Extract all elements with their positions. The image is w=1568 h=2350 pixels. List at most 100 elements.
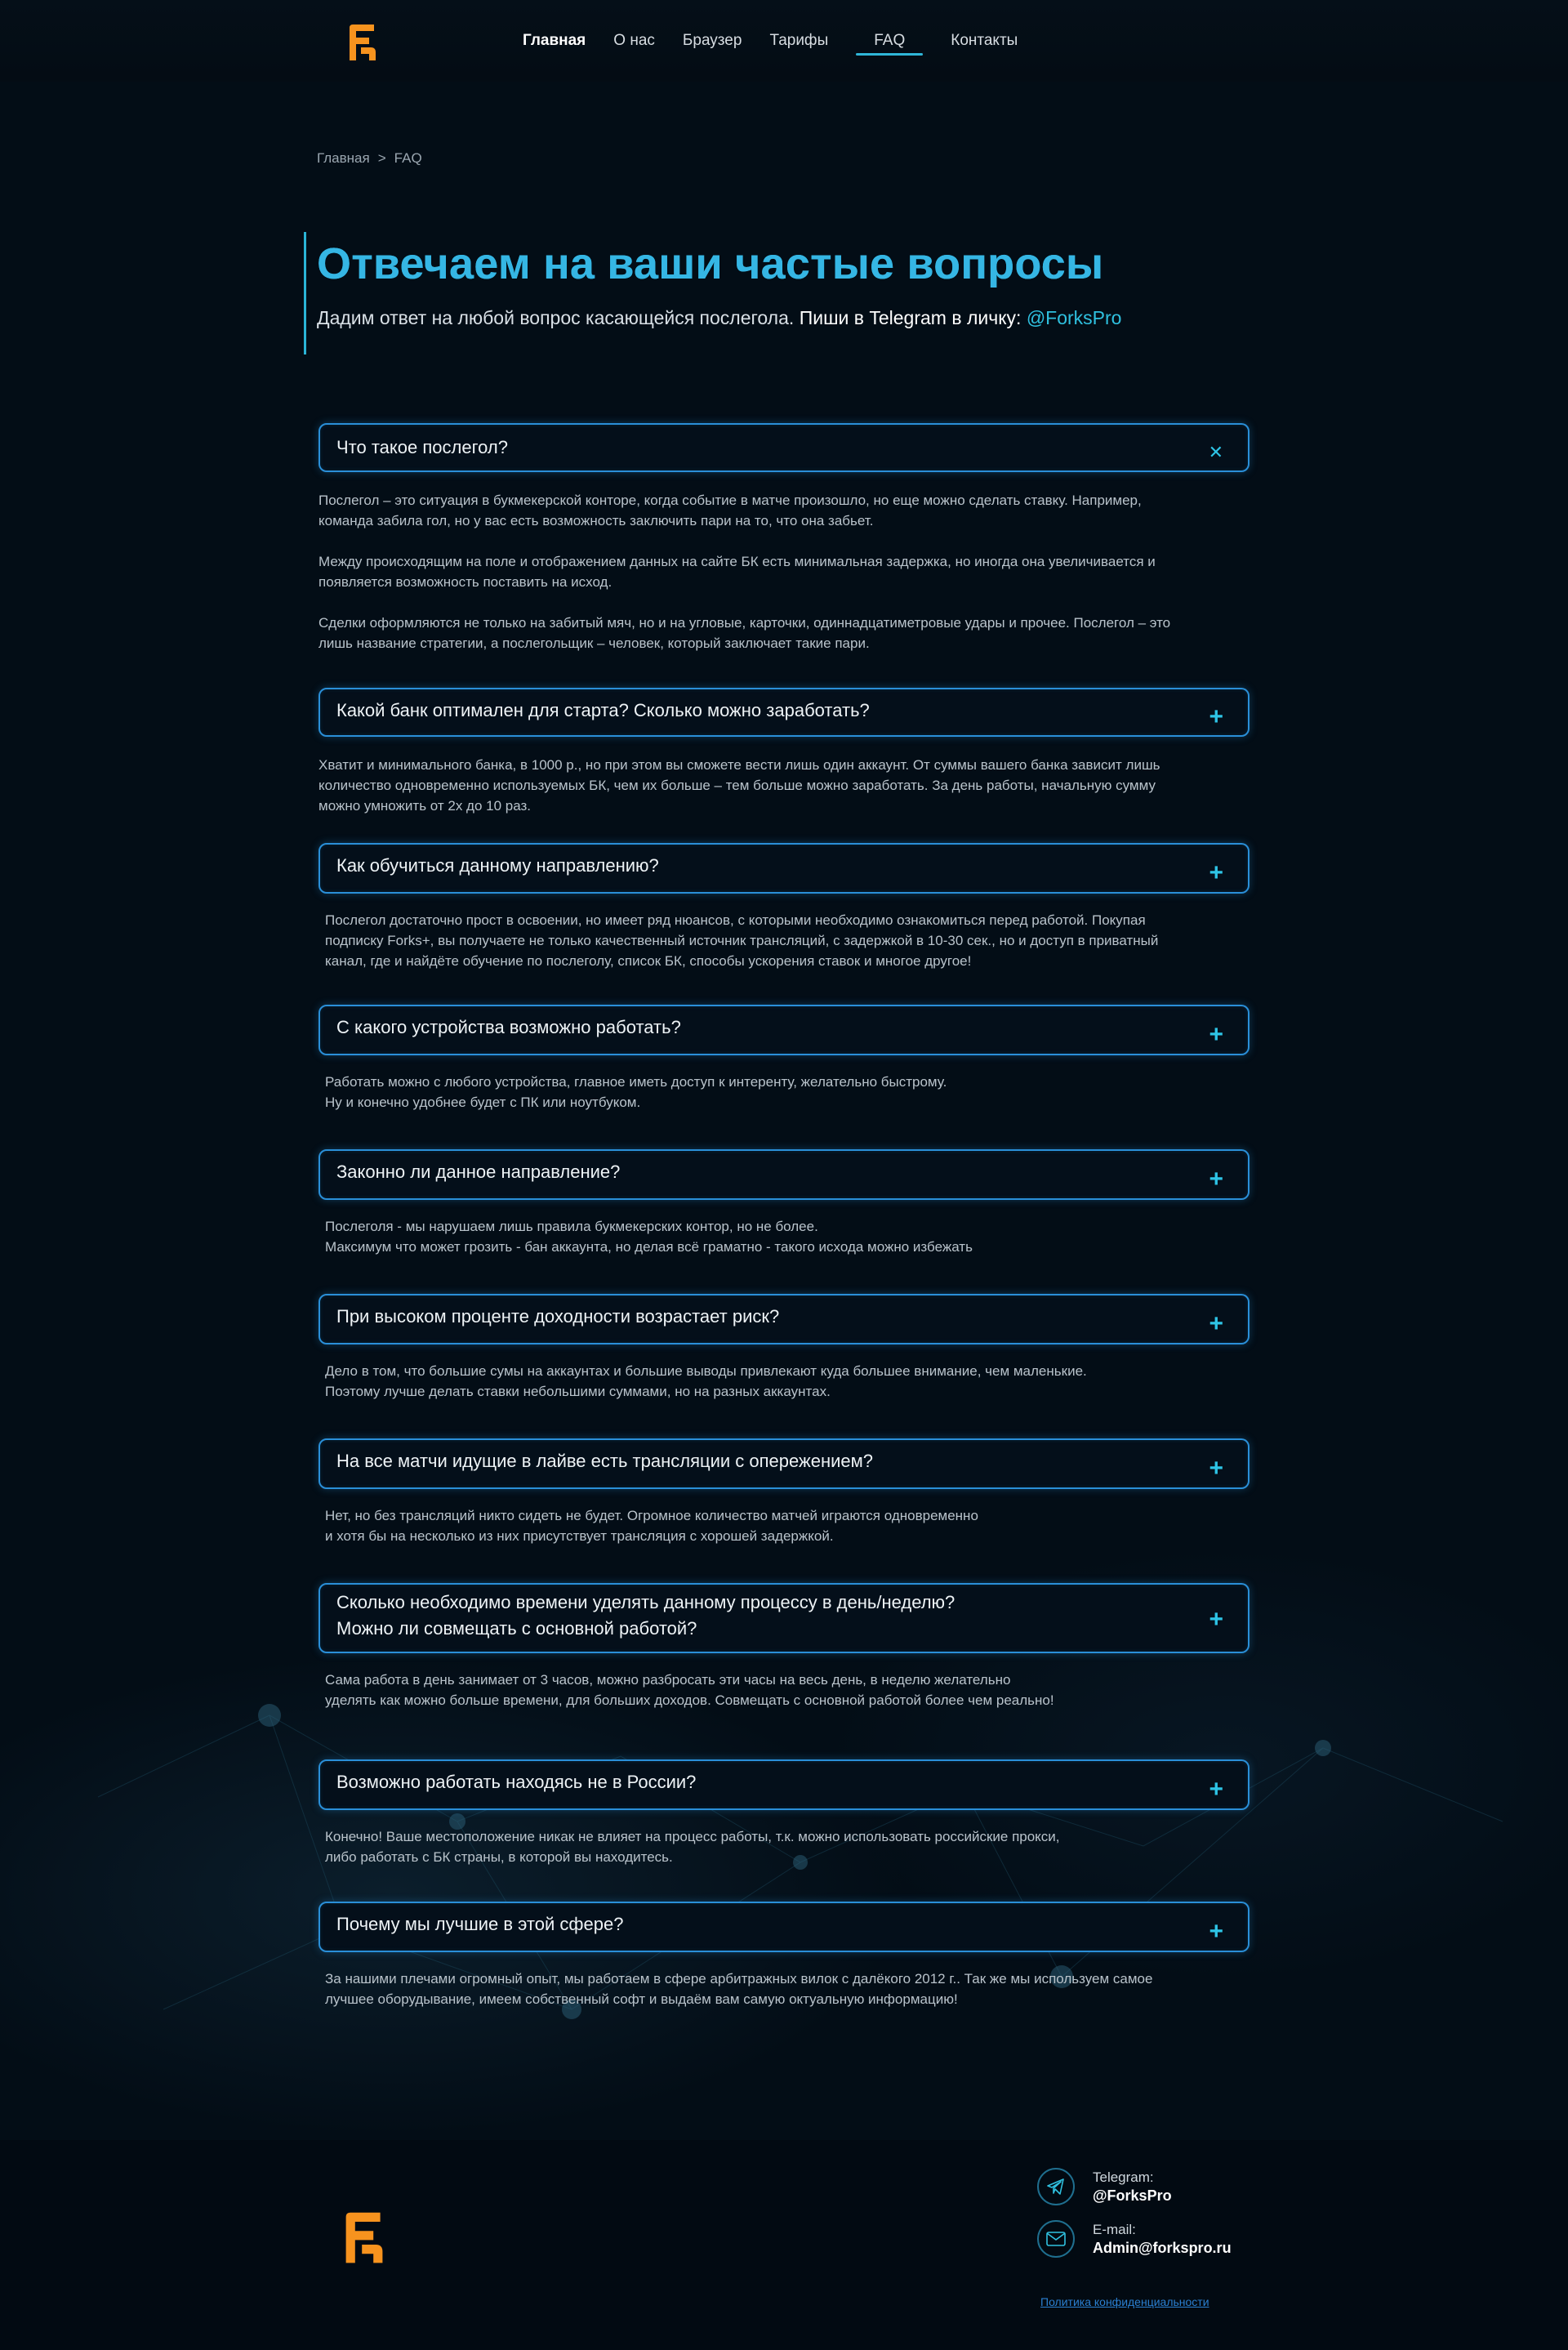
plus-icon[interactable]: + <box>1209 705 1223 729</box>
faq-question-line: Можно ли совмещать с основной работой? <box>336 1618 697 1639</box>
page-title: Отвечаем на ваши частые вопросы <box>317 239 1251 289</box>
faq-question-line: С какого устройства возможно работать? <box>336 1017 681 1037</box>
faq-question-line: Почему мы лучшие в этой сфере? <box>336 1914 624 1934</box>
telegram-icon <box>1037 2168 1075 2205</box>
nav-home[interactable]: Главная <box>523 29 586 52</box>
plus-icon[interactable]: + <box>1209 1920 1223 1944</box>
faq-answer-line: и хотя бы на несколько из них присутству… <box>325 1528 834 1544</box>
subtitle-text: Дадим ответ на любой вопрос касающейся п… <box>317 307 795 328</box>
nav-browser[interactable]: Браузер <box>683 29 742 52</box>
faq-answer-line: Послегол – это ситуация в букмекерской к… <box>318 493 1142 508</box>
faq-question-9[interactable]: Возможно работать находясь не в России? + <box>318 1759 1250 1810</box>
faq-question-10[interactable]: Почему мы лучшие в этой сфере? + <box>318 1902 1250 1952</box>
faq-answer-line: Максимум что может грозить - бан аккаунт… <box>325 1239 973 1255</box>
faq-answer-line: Хватит и минимального банка, в 1000 р., … <box>318 757 1160 773</box>
faq-question-5[interactable]: Законно ли данное направление? + <box>318 1149 1250 1200</box>
answer-paragraph-gap <box>318 531 1250 551</box>
faq-answer-10: За нашими плечами огромный опыт, мы рабо… <box>325 1969 1256 2009</box>
plus-icon[interactable]: + <box>1209 1608 1223 1632</box>
nav-tariffs[interactable]: Тарифы <box>769 29 828 52</box>
faq-answer-line: канал, где и найдёте обучение по послего… <box>325 953 972 969</box>
plus-icon[interactable]: + <box>1209 1777 1223 1802</box>
nav-about[interactable]: О нас <box>613 29 655 52</box>
faq-question-text: Что такое послегол? <box>336 435 508 461</box>
faq-answer-line: Нет, но без трансляций никто сидеть не б… <box>325 1508 978 1523</box>
faq-question-text: При высоком проценте доходности возраста… <box>336 1304 779 1330</box>
breadcrumb: Главная > FAQ <box>317 150 422 167</box>
faq-question-text: Какой банк оптимален для старта? Сколько… <box>336 698 870 724</box>
faq-answer-4: Работать можно с любого устройства, глав… <box>325 1072 1256 1113</box>
faq-answer-6: Дело в том, что большие сумы на аккаунта… <box>325 1361 1256 1402</box>
faq-question-text: Как обучиться данному направлению? <box>336 853 659 879</box>
faq-question-line: Возможно работать находясь не в России? <box>336 1772 697 1792</box>
breadcrumb-separator: > <box>377 150 386 166</box>
faq-answer-line: Конечно! Ваше местоположение никак не вл… <box>325 1829 1060 1844</box>
close-icon[interactable]: ✕ <box>1209 440 1223 465</box>
faq-question-line: Как обучиться данному направлению? <box>336 855 659 876</box>
hero: Отвечаем на ваши частые вопросы Дадим от… <box>304 232 1251 355</box>
faq-answer-3: Послегол достаточно прост в освоении, но… <box>325 910 1256 971</box>
contact-telegram[interactable]: Telegram: @ForksPro <box>1037 2168 1172 2205</box>
plus-icon[interactable]: + <box>1209 1167 1223 1192</box>
faq-question-2[interactable]: Какой банк оптимален для старта? Сколько… <box>318 688 1250 737</box>
faq-answer-line: Работать можно с любого устройства, глав… <box>325 1074 947 1090</box>
faq-answer-line: Дело в том, что большие сумы на аккаунта… <box>325 1363 1087 1379</box>
faq-question-text: С какого устройства возможно работать? <box>336 1014 681 1041</box>
faq-question-text: Почему мы лучшие в этой сфере? <box>336 1911 623 1938</box>
privacy-policy-link[interactable]: Политика конфиденциальности <box>1040 2295 1209 2308</box>
answer-paragraph-gap <box>318 592 1250 613</box>
faq-answer-line: лучшее оборудывание, имеем собственный с… <box>325 1991 958 2007</box>
telegram-label: Telegram: <box>1093 2169 1154 2185</box>
telegram-handle-link[interactable]: @ForksPro <box>1027 307 1122 328</box>
faq-answer-line: Послегол достаточно прост в освоении, но… <box>325 912 1146 928</box>
email-label: E-mail: <box>1093 2222 1136 2237</box>
faq-answer-5: Послеголя - мы нарушаем лишь правила бук… <box>325 1216 1256 1257</box>
subtitle-telegram: Пиши в Telegram в личку: <box>799 307 1022 328</box>
faq-question-line: Сколько необходимо времени уделять данно… <box>336 1592 956 1612</box>
faq-answer-line: подписку Forks+, вы получаете не только … <box>325 933 1159 948</box>
faq-answer-line: можно умножить от 2х до 10 раз. <box>318 798 532 814</box>
faq-answer-9: Конечно! Ваше местоположение никак не вл… <box>325 1826 1256 1867</box>
email-value[interactable]: Admin@forkspro.ru <box>1093 2239 1232 2257</box>
faq-answer-line: Между происходящим на поле и отображение… <box>318 554 1156 569</box>
plus-icon[interactable]: + <box>1209 1312 1223 1336</box>
page-subtitle: Дадим ответ на любой вопрос касающейся п… <box>317 307 1251 329</box>
faq-answer-line: Ну и конечно удобнее будет с ПК или ноут… <box>325 1095 641 1110</box>
site-header: Главная О нас Браузер Тарифы FAQ Контакт… <box>0 0 1568 82</box>
breadcrumb-current: FAQ <box>394 150 422 166</box>
site-footer: Telegram: @ForksPro E-mail: Admin@forksp… <box>0 2140 1568 2350</box>
nav-contacts[interactable]: Контакты <box>951 29 1018 52</box>
faq-question-1[interactable]: Что такое послегол? ✕ <box>318 423 1250 472</box>
main-nav: Главная О нас Браузер Тарифы FAQ Контакт… <box>523 29 1045 56</box>
faq-question-7[interactable]: На все матчи идущие в лайве есть трансля… <box>318 1438 1250 1489</box>
faq-question-6[interactable]: При высоком проценте доходности возраста… <box>318 1294 1250 1344</box>
faq-answer-line: команда забила гол, но у вас есть возмож… <box>318 513 874 528</box>
faq-answer-line: За нашими плечами огромный опыт, мы рабо… <box>325 1971 1153 1987</box>
faq-question-line: При высоком проценте доходности возраста… <box>336 1306 780 1327</box>
faq-question-line: Какой банк оптимален для старта? Сколько… <box>336 700 870 720</box>
nav-faq[interactable]: FAQ <box>856 29 924 56</box>
plus-icon[interactable]: + <box>1209 1023 1223 1047</box>
faq-answer-8: Сама работа в день занимает от 3 часов, … <box>325 1670 1256 1710</box>
faq-question-line: На все матчи идущие в лайве есть трансля… <box>336 1451 873 1471</box>
faq-answer-line: Сделки оформляются не только на забитый … <box>318 615 1171 631</box>
brand-logo[interactable] <box>346 23 379 64</box>
faq-answer-line: Поэтому лучше делать ставки небольшими с… <box>325 1384 831 1399</box>
faq-question-text: Законно ли данное направление? <box>336 1159 620 1185</box>
footer-logo[interactable] <box>341 2210 387 2268</box>
faq-answer-line: Сама работа в день занимает от 3 часов, … <box>325 1672 1011 1688</box>
mail-icon <box>1037 2220 1075 2258</box>
contact-email[interactable]: E-mail: Admin@forkspro.ru <box>1037 2220 1232 2258</box>
faq-answer-line: уделять как можно больше времени, для бо… <box>325 1692 1054 1708</box>
plus-icon[interactable]: + <box>1209 861 1223 885</box>
faq-answer-line: появляется возможность поставить на исхо… <box>318 574 612 590</box>
breadcrumb-home[interactable]: Главная <box>317 150 370 167</box>
faq-question-4[interactable]: С какого устройства возможно работать? + <box>318 1005 1250 1055</box>
plus-icon[interactable]: + <box>1209 1456 1223 1481</box>
faq-question-text: На все матчи идущие в лайве есть трансля… <box>336 1448 873 1474</box>
telegram-value[interactable]: @ForksPro <box>1093 2187 1172 2205</box>
faq-answer-7: Нет, но без трансляций никто сидеть не б… <box>325 1505 1256 1546</box>
faq-question-3[interactable]: Как обучиться данному направлению? + <box>318 843 1250 894</box>
faq-question-8[interactable]: Сколько необходимо времени уделять данно… <box>318 1583 1250 1653</box>
faq-question-line: Что такое послегол? <box>336 437 508 457</box>
